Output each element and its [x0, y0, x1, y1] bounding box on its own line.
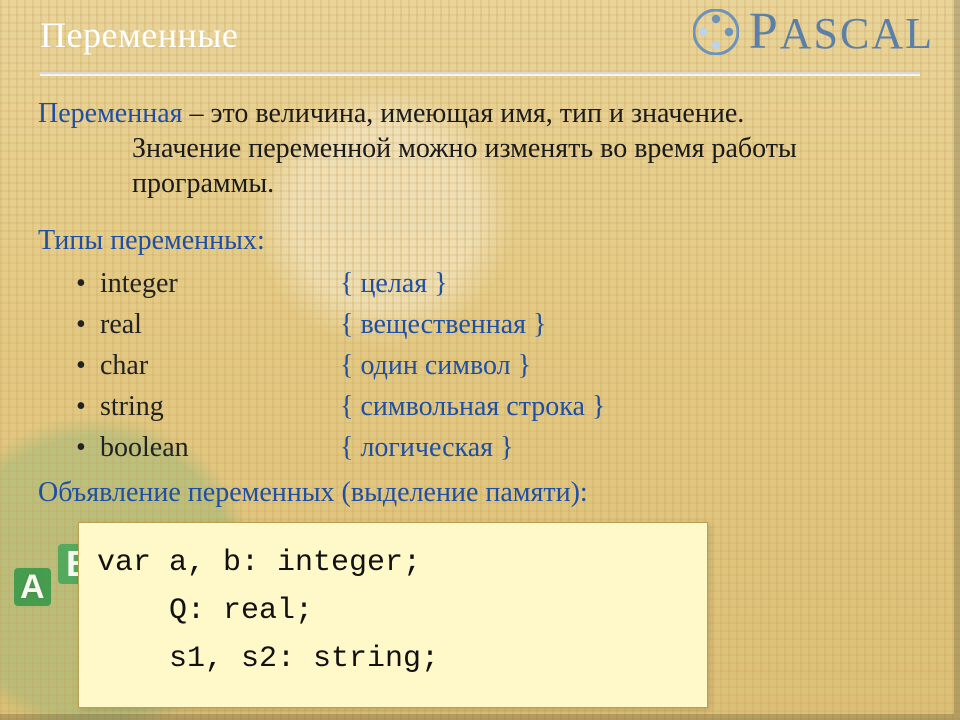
- list-item: • string { символьная строка }: [76, 389, 922, 424]
- bullet-icon: •: [76, 393, 100, 421]
- code-box: var a, b: integer; Q: real; s1, s2: stri…: [78, 522, 708, 708]
- type-note: { логическая }: [340, 430, 922, 465]
- definition-text-rest: Значение переменной можно изменять во вр…: [38, 131, 922, 201]
- definition-block: Переменная – это величина, имеющая имя, …: [38, 96, 922, 201]
- declaration-heading: Объявление переменных (выделение памяти)…: [38, 475, 922, 510]
- definition-text-first: – это величина, имеющая имя, тип и значе…: [183, 98, 745, 129]
- brand-logo: PASCAL: [693, 2, 934, 61]
- type-note: { символьная строка }: [340, 389, 922, 424]
- list-item: • integer { целая }: [76, 266, 922, 301]
- bullet-icon: •: [76, 434, 100, 462]
- type-note: { один символ }: [340, 348, 922, 383]
- list-item: • real { вещественная }: [76, 307, 922, 342]
- type-name: char: [100, 348, 340, 383]
- list-item: • char { один символ }: [76, 348, 922, 383]
- types-heading: Типы переменных:: [38, 223, 922, 258]
- type-note: { вещественная }: [340, 307, 922, 342]
- types-list: • integer { целая } • real { вещественна…: [38, 266, 922, 465]
- bullet-icon: •: [76, 352, 100, 380]
- list-item: • boolean { логическая }: [76, 430, 922, 465]
- type-note: { целая }: [340, 266, 922, 301]
- type-name: real: [100, 307, 340, 342]
- type-name: boolean: [100, 430, 340, 465]
- brand-icon: [693, 9, 739, 55]
- type-name: integer: [100, 266, 340, 301]
- type-name: string: [100, 389, 340, 424]
- bullet-icon: •: [76, 270, 100, 298]
- definition-term: Переменная: [38, 98, 183, 129]
- bullet-icon: •: [76, 311, 100, 339]
- brand-text: PASCAL: [749, 2, 934, 61]
